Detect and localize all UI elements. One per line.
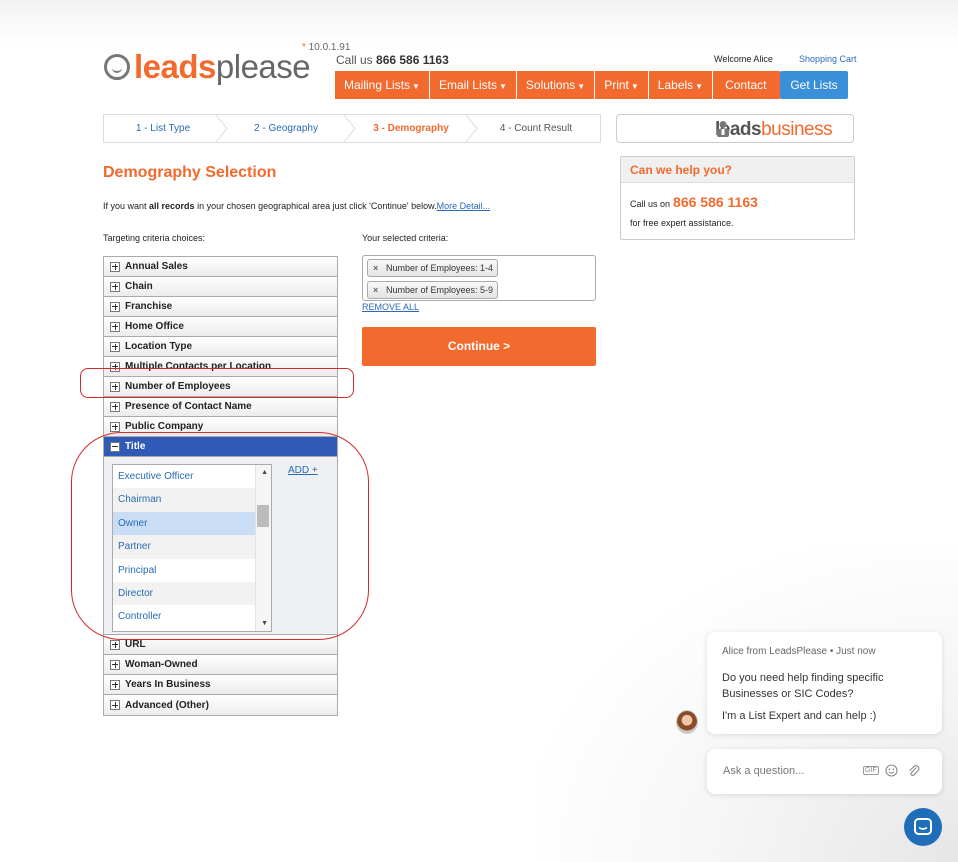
plus-icon [110, 341, 120, 352]
chat-input[interactable]: Ask a question... GIF [707, 749, 942, 794]
remove-x-icon[interactable]: × [373, 260, 378, 276]
selected-chip: × Number of Employees: 1-4 [367, 259, 499, 277]
chat-launcher-button[interactable] [904, 808, 942, 846]
help-phone[interactable]: 866 586 1163 [673, 194, 758, 210]
step-list-type[interactable]: 1 - List Type [104, 115, 228, 142]
plus-icon [110, 401, 120, 412]
remove-x-icon[interactable]: × [373, 282, 378, 298]
plus-icon [110, 700, 120, 710]
leadsplease-logo[interactable]: leadsplease [104, 48, 311, 86]
chat-placeholder: Ask a question... [723, 765, 805, 777]
help-assist-line: for free expert assistance. [630, 218, 734, 228]
menu-contact[interactable]: Contact [713, 71, 782, 99]
targeting-label: Targeting criteria choices: [103, 233, 206, 243]
help-title: Can we help you? [621, 157, 854, 183]
criteria-woman-owned[interactable]: Woman-Owned [104, 655, 337, 675]
plus-icon [110, 321, 120, 332]
step-count-result: 4 - Count Result [499, 123, 573, 134]
version-label: * 10.0.1.91 [302, 42, 351, 53]
criteria-franchise[interactable]: Franchise [104, 297, 337, 317]
wizard-steps: 1 - List Type 2 - Geography 3 - Demograp… [103, 114, 601, 143]
intro-text: If you want all records in your chosen g… [103, 201, 491, 211]
chat-icon [914, 818, 932, 835]
selected-chip: × Number of Employees: 5-9 [367, 281, 499, 299]
header-call-us: Call us 866 586 1163 [336, 53, 449, 67]
continue-button[interactable]: Continue > [362, 327, 596, 366]
menu-mailing-lists[interactable]: Mailing Lists ▼ [335, 71, 430, 99]
criteria-presence-of-contact-name[interactable]: Presence of Contact Name [104, 397, 337, 417]
person-icon [717, 121, 729, 137]
plus-icon [110, 281, 120, 292]
chat-message-1: Do you need help finding specific Busine… [722, 672, 884, 700]
plus-icon [110, 679, 120, 690]
selected-label: Your selected criteria: [362, 233, 449, 243]
help-box: Can we help you? Call us on 866 586 1163 … [620, 156, 855, 240]
attach-icon[interactable] [907, 764, 920, 777]
criteria-advanced-other[interactable]: Advanced (Other) [104, 695, 337, 715]
plus-icon [110, 659, 120, 670]
shopping-cart-link[interactable]: Shopping Cart [799, 54, 857, 64]
criteria-home-office[interactable]: Home Office [104, 317, 337, 337]
page-title: Demography Selection [103, 164, 277, 181]
plus-icon [110, 261, 120, 272]
emoji-icon[interactable] [885, 764, 898, 777]
leadsbusiness-banner[interactable]: leadsbusiness [616, 114, 854, 143]
plus-icon [110, 421, 120, 432]
menu-print[interactable]: Print ▼ [595, 71, 649, 99]
menu-email-lists[interactable]: Email Lists ▼ [429, 71, 517, 99]
gif-icon[interactable]: GIF [863, 766, 879, 775]
selected-criteria-box: × Number of Employees: 1-4 × Number of Emp… [362, 255, 596, 301]
chat-message-2: I'm a List Expert and can help :) [722, 710, 877, 722]
menu-solutions[interactable]: Solutions ▼ [516, 71, 596, 99]
criteria-location-type[interactable]: Location Type [104, 337, 337, 357]
top-fade [0, 0, 958, 44]
plus-icon [110, 301, 120, 312]
highlight-number-of-employees [80, 368, 354, 398]
help-call-line: Call us on 866 586 1163 [630, 194, 758, 210]
get-lists-button[interactable]: Get Lists [780, 71, 848, 99]
step-geography[interactable]: 2 - Geography [222, 115, 356, 142]
step-demography: 3 - Demography [350, 115, 478, 142]
remove-all-link[interactable]: REMOVE ALL [362, 302, 419, 312]
main-menu: Mailing Lists ▼ Email Lists ▼ Solutions ▼ P… [335, 71, 782, 99]
welcome-text: Welcome Alice [714, 54, 773, 64]
menu-labels[interactable]: Labels ▼ [648, 71, 714, 99]
plus-icon [110, 639, 120, 650]
criteria-chain[interactable]: Chain [104, 277, 337, 297]
chat-meta: Alice from LeadsPlease • Just now [722, 646, 876, 657]
smile-logo-icon [104, 54, 130, 80]
more-detail-link[interactable]: More Detail... [437, 201, 491, 211]
agent-avatar [676, 710, 698, 734]
highlight-title-panel [71, 432, 369, 640]
criteria-annual-sales[interactable]: Annual Sales [104, 257, 337, 277]
chat-message-bubble: Alice from LeadsPlease • Just now Do you… [707, 632, 942, 734]
criteria-years-in-business[interactable]: Years In Business [104, 675, 337, 695]
